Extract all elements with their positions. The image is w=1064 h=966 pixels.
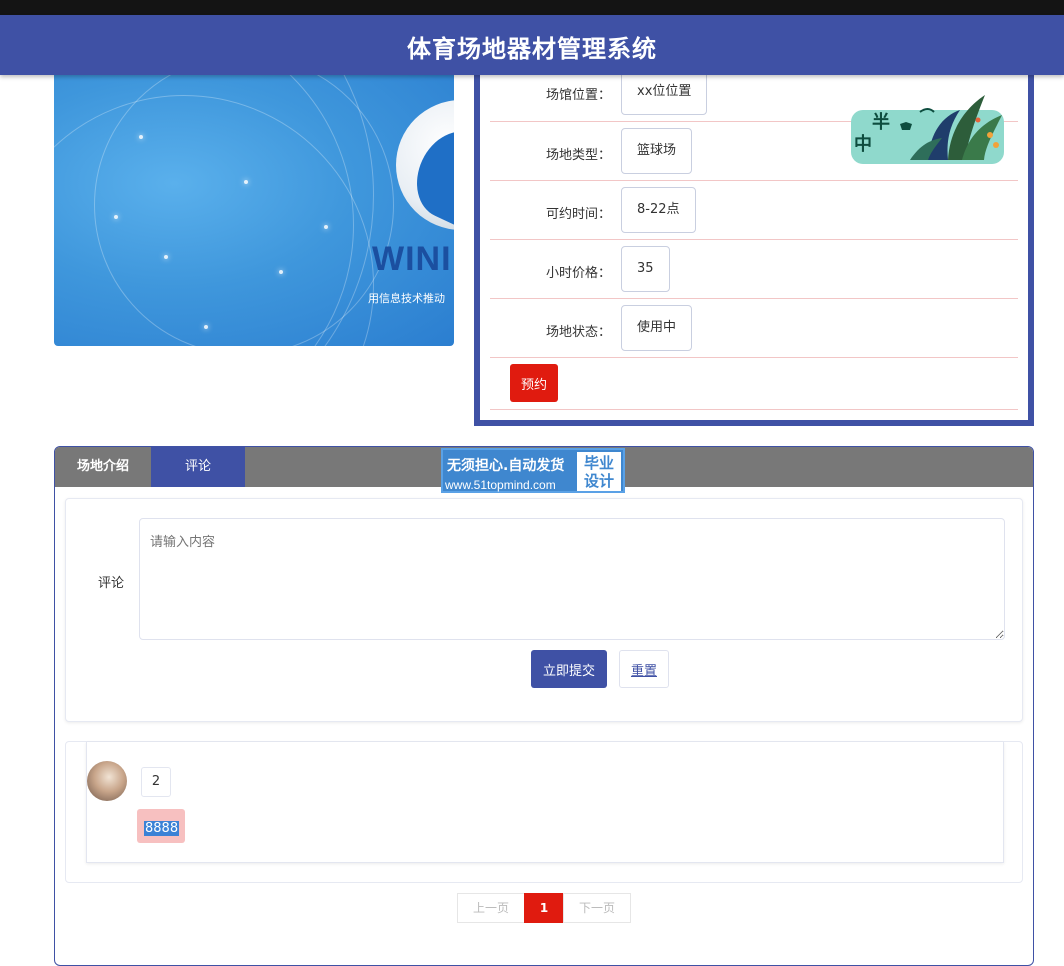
comment-textarea[interactable] bbox=[139, 518, 1005, 640]
next-page-button[interactable]: 下一页 bbox=[563, 893, 631, 923]
detail-value-price: 35 bbox=[621, 246, 670, 292]
detail-label: 场地类型： bbox=[545, 148, 611, 163]
book-button[interactable]: 预约 bbox=[510, 364, 558, 402]
detail-value-type: 篮球场 bbox=[621, 128, 693, 174]
detail-row-time: 可约时间： 8-22点 bbox=[490, 181, 1018, 240]
comment-label: 评论 bbox=[98, 576, 125, 591]
prev-page-button[interactable]: 上一页 bbox=[457, 893, 525, 923]
comment-content: 8888 bbox=[137, 809, 185, 843]
detail-row-status: 场地状态： 使用中 bbox=[490, 299, 1018, 358]
detail-label: 场地状态： bbox=[545, 325, 611, 340]
tab-venue-intro[interactable]: 场地介绍 bbox=[55, 447, 151, 487]
banner-slogan: 用信息技术推动 bbox=[368, 292, 445, 305]
detail-value-location: xx位位置 bbox=[621, 69, 708, 115]
detail-label: 场馆位置： bbox=[545, 88, 611, 103]
list-item: 2 8888 bbox=[86, 742, 1004, 863]
venue-image: WINI 用信息技术推动 bbox=[54, 75, 454, 346]
promo-badge: 毕业 设计 bbox=[577, 452, 621, 491]
banner-brand: WINI bbox=[372, 240, 452, 278]
detail-value-time: 8-22点 bbox=[621, 187, 696, 233]
promo-url: www.51topmind.com bbox=[445, 478, 556, 492]
detail-value-status: 使用中 bbox=[621, 305, 693, 351]
svg-text:半: 半 bbox=[872, 111, 890, 133]
comment-list: 2 8888 bbox=[65, 741, 1023, 883]
tabs-panel: 场地介绍 评论 无须担心.自动发货 www.51topmind.com 毕业 设… bbox=[54, 446, 1034, 966]
promo-watermark: 无须担心.自动发货 www.51topmind.com 毕业 设计 bbox=[441, 448, 625, 493]
detail-row-actions bbox=[490, 358, 1018, 410]
top-strip bbox=[0, 0, 1064, 15]
comment-form: 评论 立即提交 重置 bbox=[65, 498, 1023, 722]
tab-comments[interactable]: 评论 bbox=[151, 447, 245, 487]
reset-button[interactable]: 重置 bbox=[619, 650, 669, 688]
detail-label: 可约时间： bbox=[545, 207, 611, 222]
submit-button[interactable]: 立即提交 bbox=[531, 650, 607, 688]
detail-label: 小时价格： bbox=[545, 266, 611, 281]
page-number-current[interactable]: 1 bbox=[524, 893, 564, 923]
app-header: 体育场地器材管理系统 bbox=[0, 15, 1064, 75]
promo-line1: 无须担心.自动发货 bbox=[447, 458, 565, 474]
plant-sticker-icon: 半 中 bbox=[851, 95, 1004, 164]
page-title: 体育场地器材管理系统 bbox=[407, 35, 657, 63]
detail-row-price: 小时价格： 35 bbox=[490, 240, 1018, 299]
svg-text:中: 中 bbox=[854, 133, 872, 155]
venue-detail-panel: 场馆位置： xx位位置 场地类型： 篮球场 可约时间： 8-22点 小时价格： … bbox=[474, 60, 1034, 426]
comment-username: 2 bbox=[141, 767, 171, 797]
avatar bbox=[87, 761, 127, 801]
